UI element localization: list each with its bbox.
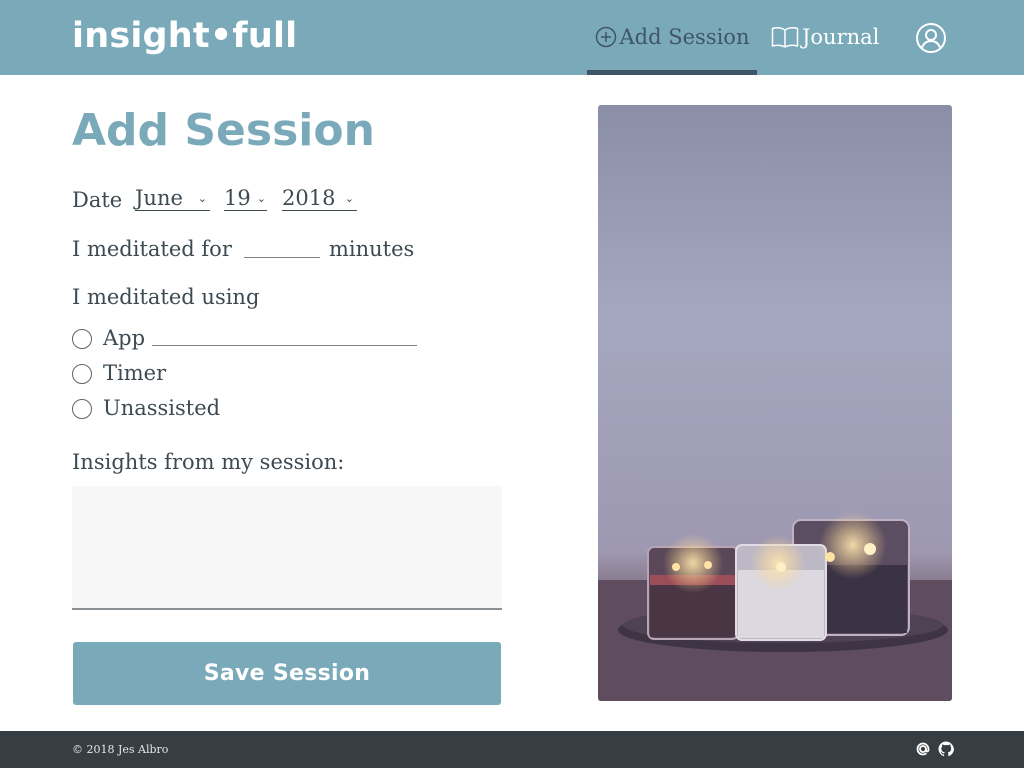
book-icon xyxy=(771,26,799,48)
at-icon[interactable] xyxy=(915,741,931,757)
month-select-value: June xyxy=(135,185,183,210)
radio-timer-label: Timer xyxy=(103,361,167,385)
nav-journal-label: Journal xyxy=(802,24,880,49)
method-label: I meditated using xyxy=(72,285,260,309)
logo[interactable]: insight•full xyxy=(72,14,297,58)
chevron-down-icon: ⌄ xyxy=(197,192,207,205)
year-select-value: 2018 xyxy=(282,185,336,210)
app-name-input[interactable] xyxy=(152,322,417,346)
save-session-button[interactable]: Save Session xyxy=(73,642,501,705)
nav-add-session[interactable]: Add Session xyxy=(587,0,757,75)
candles-photo xyxy=(598,105,952,701)
minutes-input[interactable] xyxy=(244,234,320,258)
insights-label: Insights from my session: xyxy=(72,450,345,474)
page-title: Add Session xyxy=(72,105,375,156)
github-icon[interactable] xyxy=(938,741,954,757)
plus-circle-icon xyxy=(595,26,617,48)
day-select[interactable]: 19 ⌄ xyxy=(224,185,267,211)
nav-journal[interactable]: Journal xyxy=(771,0,879,75)
chevron-down-icon: ⌄ xyxy=(256,192,266,205)
footer: © 2018 Jes Albro xyxy=(0,731,1024,768)
nav-add-session-label: Add Session xyxy=(619,24,750,49)
month-select[interactable]: June ⌄ xyxy=(135,185,210,211)
year-select[interactable]: 2018 ⌄ xyxy=(282,185,357,211)
date-label: Date xyxy=(72,188,123,212)
radio-app[interactable] xyxy=(72,329,92,349)
user-account-icon[interactable] xyxy=(915,22,947,54)
active-nav-indicator xyxy=(587,70,757,75)
radio-unassisted[interactable] xyxy=(72,399,92,419)
day-select-value: 19 xyxy=(224,185,251,210)
duration-prefix-label: I meditated for xyxy=(72,237,232,261)
duration-suffix-label: minutes xyxy=(329,237,415,261)
chevron-down-icon: ⌄ xyxy=(344,192,354,205)
top-nav-bar: insight•full Add Session Journal xyxy=(0,0,1024,75)
radio-app-label: App xyxy=(103,326,146,350)
radio-unassisted-label: Unassisted xyxy=(103,396,221,420)
copyright-text: © 2018 Jes Albro xyxy=(72,743,169,756)
radio-timer[interactable] xyxy=(72,364,92,384)
insights-textarea[interactable] xyxy=(72,486,502,610)
